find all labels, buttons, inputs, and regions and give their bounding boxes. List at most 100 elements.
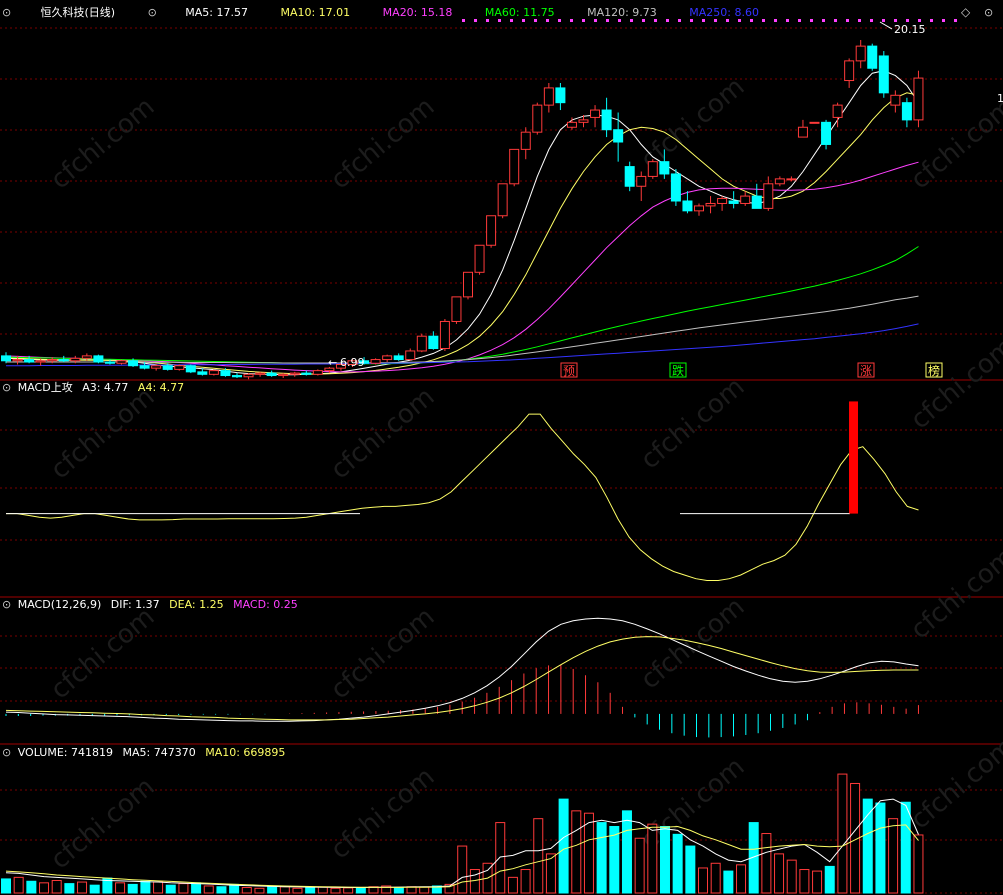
chevron-down-icon[interactable]: ⊙: [984, 6, 993, 19]
volume-bar-up: [913, 834, 924, 894]
candle-up: [35, 360, 46, 363]
volume-bar-up: [153, 881, 164, 894]
volume-bar-up: [51, 879, 62, 894]
volume-bar-up: [710, 862, 721, 894]
collapse-icon[interactable]: ⊙: [2, 381, 11, 394]
legend-ma20: MA20: 15.18: [383, 6, 453, 19]
candle-down: [93, 355, 104, 363]
volume-bar-up: [241, 887, 252, 894]
volume-bar-down: [305, 887, 316, 894]
low-price-arrow: ←: [328, 356, 337, 369]
candle-down: [601, 109, 612, 131]
candle-up: [382, 355, 393, 361]
collapse-ma-icon[interactable]: ⊙: [148, 6, 157, 19]
volume-bar-down: [355, 887, 366, 894]
legend-ma250: MA250: 8.60: [689, 6, 759, 19]
candle-up: [208, 370, 219, 375]
volume-bar-down: [267, 885, 278, 894]
line-a3: [6, 413, 919, 581]
volume-bar-up: [317, 886, 328, 894]
ma250-dot-marker: [810, 19, 813, 22]
ma250-dot-marker: [546, 19, 549, 22]
candle-down: [162, 365, 173, 370]
candle-up: [497, 183, 508, 217]
ma250-dot-marker: [894, 19, 897, 22]
candle-down: [901, 102, 912, 121]
volume-bar-down: [596, 822, 607, 894]
volume-title: VOLUME: 741819: [18, 746, 113, 759]
volume-bar-down: [659, 826, 670, 894]
ma250-dot-marker: [798, 19, 801, 22]
ma250-dot-marker: [786, 19, 789, 22]
candle-down: [682, 200, 693, 212]
volume-bar-up: [39, 882, 50, 894]
candle-up: [694, 205, 704, 212]
volume-bar-up: [583, 812, 594, 894]
ma250-dot-marker: [606, 19, 609, 22]
volume-bar-up: [812, 870, 823, 894]
legend-dea: DEA: 1.25: [169, 598, 223, 611]
candle-up: [289, 372, 300, 375]
ma250-dot-marker: [510, 19, 513, 22]
candle-down: [613, 129, 624, 143]
candle-up: [832, 104, 843, 118]
candle-down: [104, 361, 115, 364]
candle-up: [774, 178, 785, 185]
candle-up: [312, 370, 323, 375]
candle-down: [821, 121, 832, 145]
candle-up: [763, 183, 774, 209]
macd-title: MACD(12,26,9): [18, 598, 102, 611]
candle-down: [24, 359, 35, 363]
volume-bar-down: [824, 865, 835, 894]
volume-bar-up: [507, 876, 518, 894]
watermark-text: cfchi.com: [325, 602, 440, 705]
ma250-dot-marker: [654, 19, 657, 22]
ma250-dot-marker: [522, 19, 525, 22]
ma-line-ma20: [5, 161, 919, 373]
svg-text:恒久科技(日线) ⊙ MA5: 17: 恒久科技(日线) ⊙ MA5: 17.57 MA10: 17.01 MA20: …: [0, 5, 776, 19]
candle-up: [532, 104, 543, 133]
candle-up: [405, 350, 416, 361]
volume-bar-up: [774, 853, 785, 894]
diamond-icon[interactable]: ◇: [961, 5, 971, 19]
candle-down: [393, 355, 404, 361]
volume-bar-up: [647, 823, 658, 894]
ma250-dot-marker: [642, 19, 645, 22]
volume-bar-up: [888, 818, 899, 894]
svg-text:⊙ MACD上攻 A3: 4.77: ⊙ MACD上攻 A3: 4.77 A4: 4.77: [2, 380, 184, 394]
ma250-dot-marker: [594, 19, 597, 22]
candle-down: [1, 355, 11, 362]
candle-up: [439, 320, 450, 350]
ma250-dot-marker: [678, 19, 681, 22]
collapse-icon[interactable]: ⊙: [2, 598, 11, 611]
candle-up: [451, 296, 462, 322]
volume-bar-up: [115, 882, 126, 894]
candle-up: [116, 360, 127, 364]
candle-down: [728, 200, 739, 204]
signal-bar: [849, 401, 858, 514]
ma250-dot-marker: [930, 19, 933, 22]
volume-bar-down: [723, 870, 734, 894]
price-legend: ⊙ 恒久科技(日线) ⊙ MA5: 17.57 MA10: 17.01 MA20…: [0, 5, 993, 19]
edge-marker: 1: [997, 92, 1003, 105]
volume-bar-up: [571, 810, 582, 894]
candle-down: [185, 365, 196, 373]
candle-up: [486, 215, 497, 246]
ma250-dot-marker: [630, 19, 633, 22]
candle-down: [428, 335, 439, 350]
watermark-text: cfchi.com: [45, 772, 160, 875]
candle-up: [705, 202, 716, 207]
watermark-text: cfchi.com: [45, 382, 160, 485]
volume-bar-down: [900, 801, 911, 894]
ma250-dot-marker: [618, 19, 621, 22]
candle-up: [509, 148, 520, 185]
watermark-text: cfchi.com: [905, 542, 1003, 645]
volume-bar-up: [254, 887, 265, 894]
candle-up: [151, 365, 162, 369]
candle-up: [243, 373, 254, 378]
ma250-dot-marker: [462, 19, 465, 22]
ma-line-ma60: [5, 246, 919, 365]
candle-up: [370, 359, 381, 364]
ma250-dot-marker: [774, 19, 777, 22]
collapse-icon[interactable]: ⊙: [2, 746, 11, 759]
